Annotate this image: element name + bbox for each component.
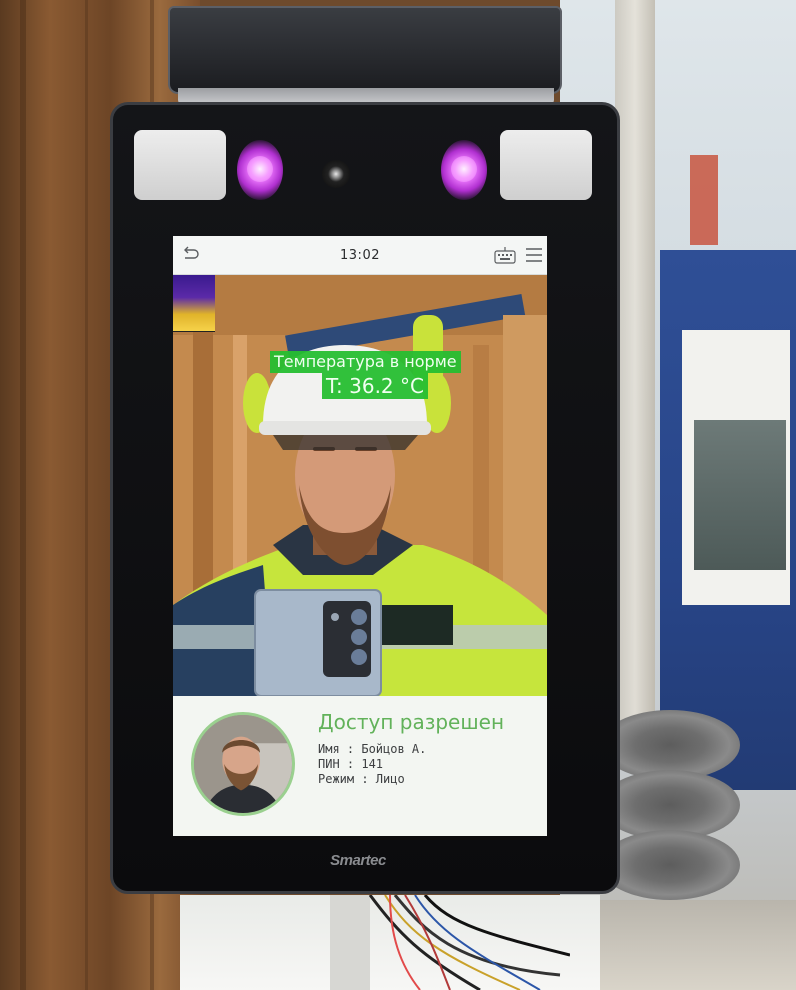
temperature-value: T: 36.2 °C: [322, 373, 428, 399]
hamburger-menu-icon[interactable]: [525, 246, 543, 264]
camera-module: [168, 6, 562, 94]
status-bar: 13:02: [173, 236, 547, 275]
wood-grain: [85, 0, 88, 990]
ir-illuminator-left: [237, 140, 283, 200]
container-window-glass: [694, 420, 786, 570]
person-photo: [173, 275, 547, 696]
tire: [600, 830, 740, 900]
terminal-screen: 13:02 Температура в норме T: 36.2 °C Дос…: [173, 236, 547, 836]
user-name-line: Имя : Бойцов А.: [318, 742, 427, 756]
access-status-title: Доступ разрешен: [318, 710, 505, 734]
user-avatar: [191, 712, 295, 816]
auth-mode-line: Режим : Лицо: [318, 772, 405, 786]
camera-feed: Температура в норме T: 36.2 °C: [173, 275, 547, 696]
thermal-thumbnail: [173, 275, 215, 332]
ir-illuminator-right: [441, 140, 487, 200]
right-sensor-window: [500, 130, 592, 200]
access-result-panel: Доступ разрешен Имя : Бойцов А. ПИН : 14…: [173, 696, 547, 836]
temperature-status-label: Температура в норме: [270, 351, 461, 373]
outdoor-pole: [615, 0, 655, 720]
left-sensor-window: [134, 130, 226, 200]
camera-lens: [322, 160, 350, 188]
user-pin-line: ПИН : 141: [318, 757, 384, 771]
temperature-overlay: Температура в норме T: 36.2 °C: [270, 351, 461, 399]
brand-logo: Smartec: [330, 852, 386, 869]
tire-stack: [600, 700, 740, 950]
wood-grain: [20, 0, 26, 990]
cable-bundle: [330, 895, 570, 990]
clock: 13:02: [340, 248, 380, 263]
red-sign: [690, 155, 718, 245]
keyboard-icon[interactable]: [494, 246, 516, 264]
avatar-photo: [194, 715, 292, 813]
